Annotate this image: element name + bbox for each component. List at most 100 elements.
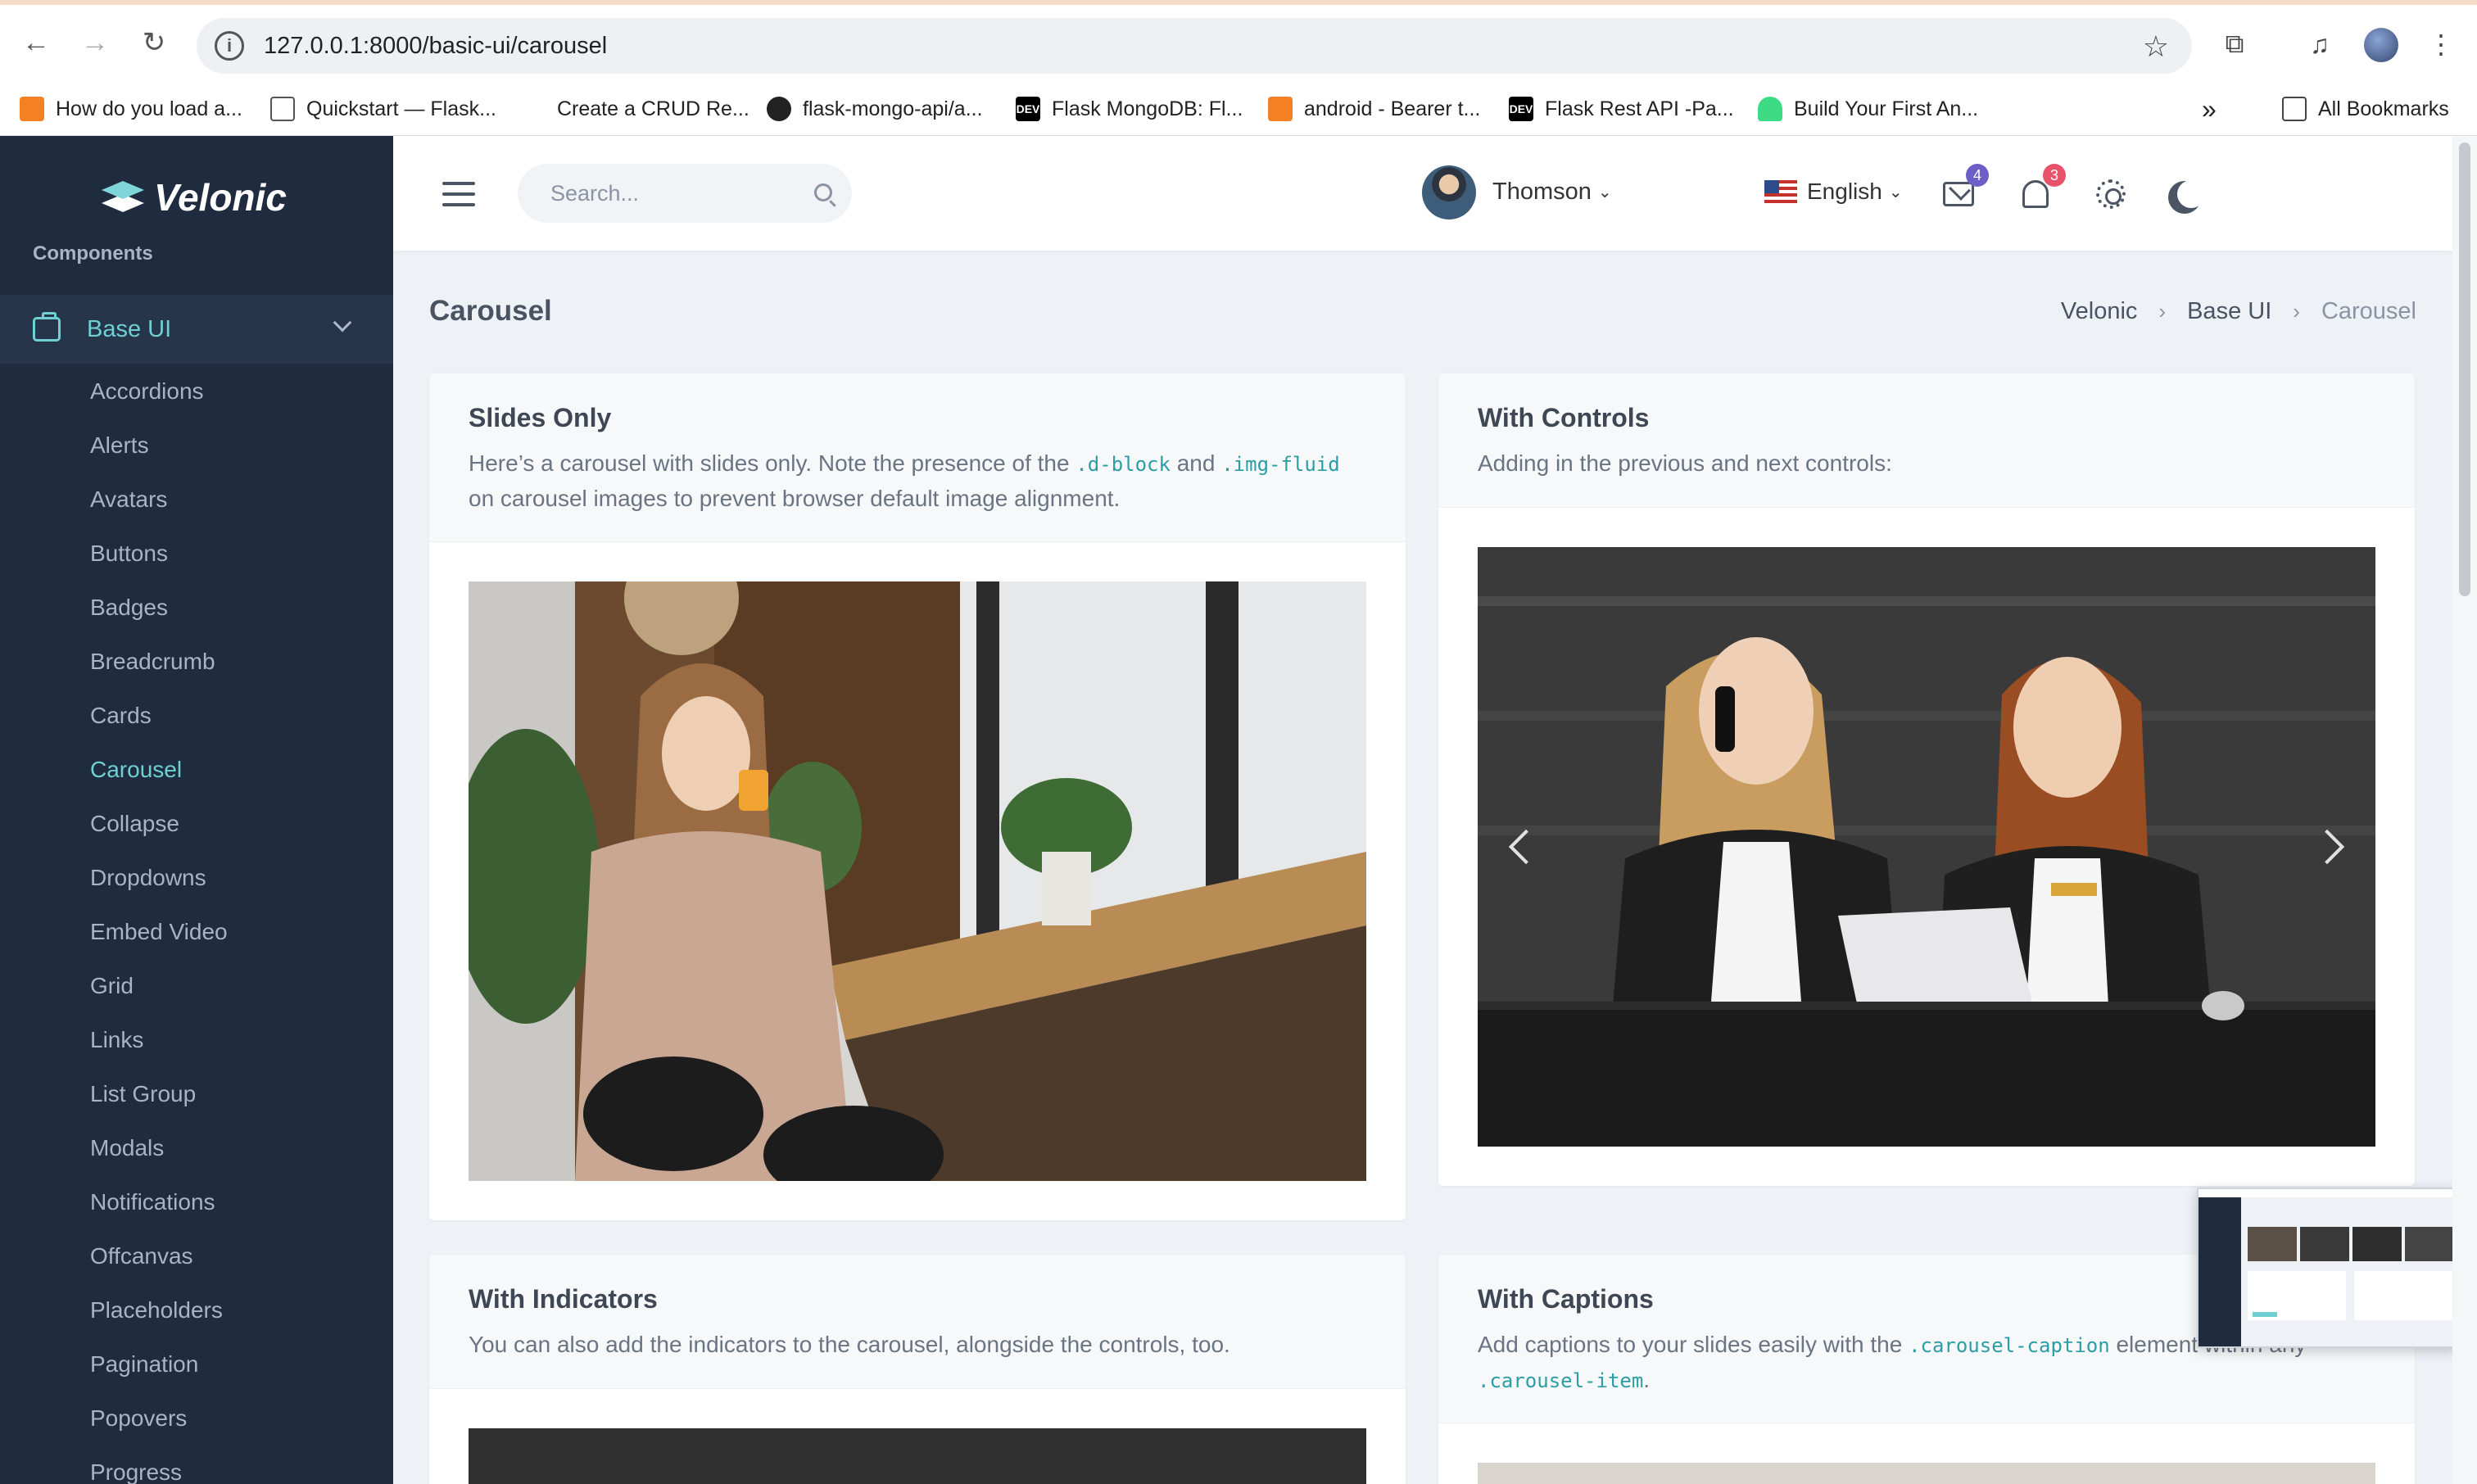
briefcase-icon: [33, 312, 61, 342]
bookmark-item[interactable]: android - Bearer t...: [1268, 93, 1480, 124]
sidebar-item-base-ui[interactable]: Base UI: [0, 295, 393, 364]
card-header: With Controls Adding in the previous and…: [1438, 373, 2415, 508]
folder-icon: [2282, 97, 2307, 121]
reload-icon[interactable]: ↻: [134, 23, 174, 62]
card-description: You can also add the indicators to the c…: [469, 1332, 1230, 1357]
site-info-icon[interactable]: i: [215, 31, 244, 61]
breadcrumb-current: Carousel: [2321, 298, 2416, 324]
moon-icon: [2177, 180, 2205, 208]
settings-button[interactable]: [2092, 175, 2130, 213]
forward-icon[interactable]: →: [75, 23, 115, 62]
chevron-down-icon: [333, 313, 352, 333]
browser-profile-avatar[interactable]: [2364, 28, 2398, 62]
bookmark-item[interactable]: Build Your First An...: [1758, 93, 1978, 124]
sidebar-item-dropdowns[interactable]: Dropdowns: [90, 860, 228, 914]
language-dropdown[interactable]: English ⌄: [1764, 179, 1903, 205]
card-header: Slides Only Here’s a carousel with slide…: [429, 373, 1406, 542]
extensions-icon[interactable]: ⧉: [2217, 26, 2253, 62]
mail-button[interactable]: 4: [1940, 164, 1989, 213]
notifications-button[interactable]: 3: [2017, 164, 2066, 213]
bookmark-item[interactable]: flask-mongo-api/a...: [767, 93, 983, 124]
sidebar: Velonic Components Base UI Accordions Ale…: [0, 136, 393, 1484]
carousel-slide-image: [1478, 1463, 2375, 1484]
sidebar-item-embed-video[interactable]: Embed Video: [90, 914, 228, 968]
logo[interactable]: Velonic: [102, 175, 287, 219]
breadcrumb-item[interactable]: Base UI: [2187, 298, 2271, 325]
sidebar-item-badges[interactable]: Badges: [90, 590, 228, 644]
sidebar-item-offcanvas[interactable]: Offcanvas: [90, 1238, 228, 1292]
card-description: Here’s a carousel with slides only. Note…: [469, 450, 1340, 511]
back-icon[interactable]: ←: [16, 23, 56, 62]
dev-icon: DEV: [1509, 97, 1533, 121]
bookmarks-bar: How do you load a... Quickstart — Flask.…: [0, 82, 2477, 136]
card-title: With Controls: [1478, 403, 1650, 432]
breadcrumb: Velonic › Base UI › Carousel: [2061, 298, 2416, 325]
sidebar-item-breadcrumb[interactable]: Breadcrumb: [90, 644, 228, 698]
all-bookmarks[interactable]: All Bookmarks: [2282, 93, 2449, 124]
bookmark-item[interactable]: DEV Flask Rest API -Pa...: [1509, 93, 1734, 124]
theme-toggle-button[interactable]: [2166, 175, 2203, 213]
more-bookmarks-icon[interactable]: »: [2202, 93, 2217, 124]
carousel-slide-image: [1478, 547, 2375, 1147]
card-title: Slides Only: [469, 403, 612, 432]
sidebar-item-notifications[interactable]: Notifications: [90, 1184, 228, 1238]
tab-preview-thumbnail[interactable]: [2197, 1188, 2457, 1348]
stackoverflow-icon: [1268, 97, 1293, 121]
chevron-down-icon: ⌄: [1597, 183, 1612, 201]
avatar[interactable]: [1422, 165, 1476, 219]
browser-menu-icon[interactable]: ⋮: [2423, 26, 2459, 62]
sidebar-section-label: Components: [33, 242, 153, 265]
bookmark-item[interactable]: How do you load a...: [20, 93, 242, 124]
sidebar-item-collapse[interactable]: Collapse: [90, 806, 228, 860]
logo-icon: [102, 181, 144, 214]
sidebar-item-placeholders[interactable]: Placeholders: [90, 1292, 228, 1346]
search-icon[interactable]: [814, 183, 832, 201]
url-text[interactable]: 127.0.0.1:8000/basic-ui/carousel: [264, 33, 607, 60]
sidebar-item-modals[interactable]: Modals: [90, 1130, 228, 1184]
carousel-slide-image: [469, 581, 1366, 1181]
bookmark-item[interactable]: Create a CRUD Re...: [557, 93, 749, 124]
sidebar-item-list-group[interactable]: List Group: [90, 1076, 228, 1130]
sidebar-item-cards[interactable]: Cards: [90, 698, 228, 752]
page-scrollbar[interactable]: [2452, 136, 2477, 1484]
bell-icon: [2022, 180, 2049, 208]
chevron-right-icon: ›: [2158, 299, 2167, 323]
sidebar-item-accordions[interactable]: Accordions: [90, 373, 228, 428]
card-title: With Indicators: [469, 1284, 658, 1314]
search-input[interactable]: [550, 180, 796, 206]
sidebar-item-avatars[interactable]: Avatars: [90, 482, 228, 536]
mail-icon: [1943, 182, 1974, 206]
search-box: [518, 164, 852, 223]
sidebar-item-grid[interactable]: Grid: [90, 968, 228, 1022]
bookmark-item[interactable]: DEV Flask MongoDB: Fl...: [1016, 93, 1243, 124]
bookmark-star-icon[interactable]: ☆: [2143, 29, 2169, 64]
card-with-indicators: With Indicators You can also add the ind…: [429, 1255, 1406, 1484]
carousel-slide-image: [469, 1428, 1366, 1484]
chevron-right-icon: ›: [2293, 299, 2300, 323]
stackoverflow-icon: [20, 97, 44, 121]
browser-toolbar: ← → ↻ i 127.0.0.1:8000/basic-ui/carousel…: [0, 0, 2477, 82]
mail-count-badge: 4: [1966, 164, 1989, 187]
address-bar[interactable]: i 127.0.0.1:8000/basic-ui/carousel ☆: [197, 18, 2192, 74]
reception-photo: [1478, 547, 2375, 1147]
sidebar-item-carousel[interactable]: Carousel: [90, 752, 228, 806]
sidebar-item-alerts[interactable]: Alerts: [90, 428, 228, 482]
sidebar-item-pagination[interactable]: Pagination: [90, 1346, 228, 1400]
user-menu[interactable]: Thomson ⌄: [1492, 179, 1612, 206]
media-control-icon[interactable]: ♫: [2302, 26, 2338, 62]
card-slides-only: Slides Only Here’s a carousel with slide…: [429, 373, 1406, 1220]
page-title: Carousel: [429, 295, 552, 327]
sidebar-item-progress[interactable]: Progress: [90, 1455, 228, 1484]
sidebar-item-links[interactable]: Links: [90, 1022, 228, 1076]
chevron-down-icon: ⌄: [1888, 183, 1903, 201]
sidebar-item-buttons[interactable]: Buttons: [90, 536, 228, 590]
sidebar-item-popovers[interactable]: Popovers: [90, 1400, 228, 1455]
submenu: Accordions Alerts Avatars Buttons Badges Brea…: [90, 373, 228, 1484]
breadcrumb-item[interactable]: Velonic: [2061, 298, 2138, 325]
card-description: Adding in the previous and next controls…: [1478, 450, 1892, 476]
bookmark-item[interactable]: Quickstart — Flask...: [270, 93, 496, 124]
menu-toggle-icon[interactable]: [442, 182, 475, 206]
dev-icon: DEV: [1016, 97, 1040, 121]
document-icon: [270, 97, 295, 121]
scrollbar-thumb[interactable]: [2459, 143, 2470, 596]
